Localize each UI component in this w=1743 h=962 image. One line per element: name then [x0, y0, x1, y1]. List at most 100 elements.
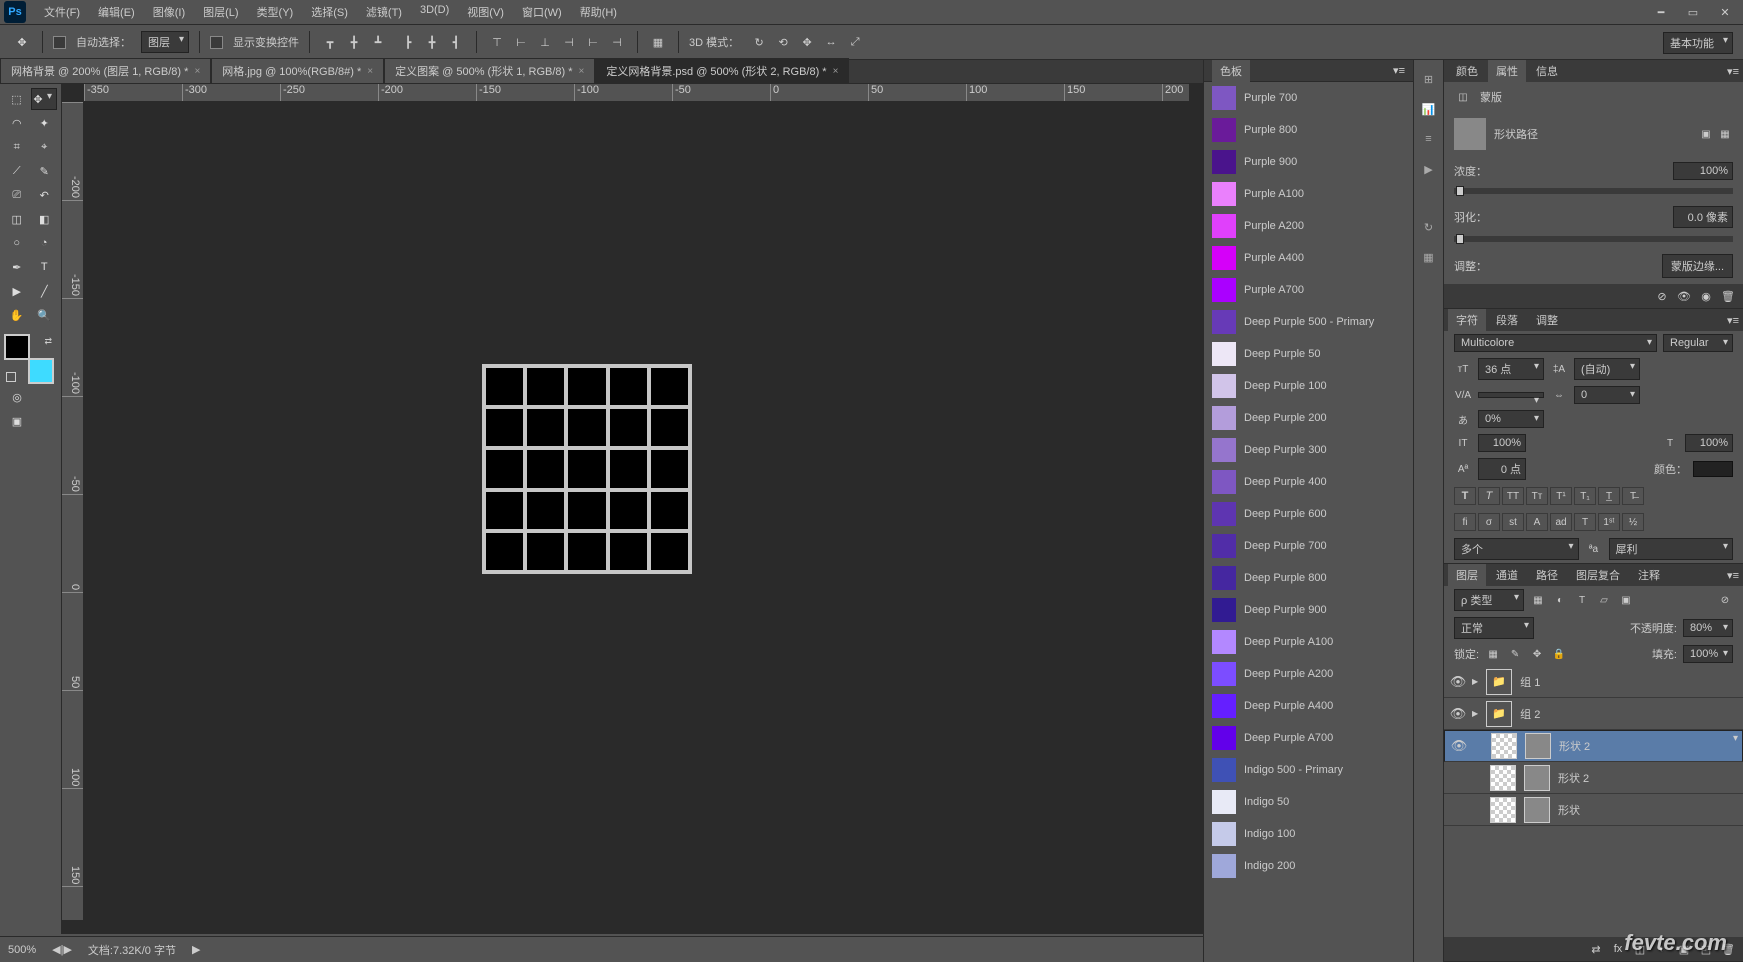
- swatch-list[interactable]: Purple 700Purple 800Purple 900Purple A10…: [1204, 82, 1413, 962]
- lang-select[interactable]: 多个: [1454, 538, 1579, 560]
- background-swatch[interactable]: [28, 358, 54, 384]
- auto-select-checkbox[interactable]: [53, 36, 66, 49]
- opacity-input[interactable]: 80%: [1683, 619, 1733, 637]
- document-tab[interactable]: 网格背景 @ 200% (图层 1, RGB/8) *×: [0, 58, 211, 83]
- navigator-icon[interactable]: ⊞: [1418, 68, 1440, 90]
- screenmode-icon[interactable]: ▣: [4, 410, 30, 432]
- menu-type[interactable]: 类型(Y): [249, 0, 302, 24]
- distribute-right-icon[interactable]: ⊣: [607, 32, 627, 52]
- swatch-item[interactable]: Indigo 200: [1204, 850, 1413, 882]
- zoom-tool[interactable]: 🔍: [32, 304, 58, 326]
- tracking-input[interactable]: 0: [1574, 386, 1640, 404]
- swatch-item[interactable]: Deep Purple 200: [1204, 402, 1413, 434]
- menu-3d[interactable]: 3D(D): [412, 0, 457, 24]
- filter-adjust-icon[interactable]: ◐: [1552, 592, 1568, 608]
- pen-tool[interactable]: ✒: [4, 256, 30, 278]
- swatch-item[interactable]: Deep Purple A200: [1204, 658, 1413, 690]
- adjustment-icon[interactable]: ◐: [1653, 940, 1671, 958]
- show-transform-checkbox[interactable]: [210, 36, 223, 49]
- scale-input[interactable]: 0%: [1478, 410, 1544, 428]
- swatch-item[interactable]: Indigo 100: [1204, 818, 1413, 850]
- group-icon[interactable]: ▣: [1675, 940, 1693, 958]
- lock-all-icon[interactable]: 🔒: [1551, 646, 1567, 662]
- layer-row[interactable]: 👁▶📁组 1: [1444, 666, 1743, 698]
- bold-button[interactable]: T: [1454, 487, 1476, 505]
- font-size-input[interactable]: 36 点: [1478, 358, 1544, 380]
- fi-icon[interactable]: fi: [1454, 513, 1476, 531]
- info-tab[interactable]: 信息: [1528, 60, 1566, 82]
- 3d-orbit-icon[interactable]: ↻: [749, 32, 769, 52]
- stamp-tool[interactable]: ⎚: [4, 184, 30, 206]
- menu-window[interactable]: 窗口(W): [514, 0, 570, 24]
- filter-smart-icon[interactable]: ▣: [1618, 592, 1634, 608]
- history-brush-tool[interactable]: ↶: [32, 184, 58, 206]
- arrow-icon[interactable]: ◀|▶: [52, 943, 72, 956]
- menu-image[interactable]: 图像(I): [145, 0, 193, 24]
- menu-file[interactable]: 文件(F): [36, 0, 88, 24]
- panel-menu-icon[interactable]: ▾≡: [1727, 314, 1739, 327]
- swatch-item[interactable]: Purple 700: [1204, 82, 1413, 114]
- link-icon[interactable]: ⊘: [1653, 287, 1671, 305]
- leading-input[interactable]: (自动): [1574, 358, 1640, 380]
- reset-colors-icon[interactable]: [6, 372, 16, 382]
- paths-tab[interactable]: 路径: [1528, 564, 1566, 586]
- auto-align-icon[interactable]: ▦: [648, 32, 668, 52]
- filter-image-icon[interactable]: ▦: [1530, 592, 1546, 608]
- 3d-scale-icon[interactable]: ⤢: [845, 32, 865, 52]
- move-tool[interactable]: ✥: [31, 88, 57, 110]
- filter-shape-icon[interactable]: ▱: [1596, 592, 1612, 608]
- swatch-item[interactable]: Purple A100: [1204, 178, 1413, 210]
- eraser-tool[interactable]: ◫: [4, 208, 30, 230]
- document-tab[interactable]: 定义网格背景.psd @ 500% (形状 2, RGB/8) *×: [595, 58, 849, 83]
- align-bottom-icon[interactable]: ┻: [368, 32, 388, 52]
- swatch-item[interactable]: Deep Purple 300: [1204, 434, 1413, 466]
- marquee-tool[interactable]: ⬚: [4, 88, 29, 110]
- layer-filter-select[interactable]: ρ 类型: [1454, 589, 1524, 611]
- lock-pixels-icon[interactable]: ▦: [1485, 646, 1501, 662]
- layer-row[interactable]: 形状: [1444, 794, 1743, 826]
- vscale-input[interactable]: 100%: [1478, 434, 1526, 452]
- brush-tool[interactable]: ✎: [32, 160, 58, 182]
- menu-edit[interactable]: 编辑(E): [90, 0, 143, 24]
- visibility-icon[interactable]: 👁: [1449, 738, 1469, 754]
- type-tool[interactable]: T: [32, 256, 58, 278]
- align-right-icon[interactable]: ┫: [446, 32, 466, 52]
- character-tab[interactable]: 字符: [1448, 309, 1486, 331]
- color-tab[interactable]: 颜色: [1448, 60, 1486, 82]
- layer-row[interactable]: 👁▶📁组 2: [1444, 698, 1743, 730]
- blend-mode-select[interactable]: 正常: [1454, 617, 1534, 639]
- workspace-select[interactable]: 基本功能: [1663, 32, 1733, 54]
- density-input[interactable]: 100%: [1673, 162, 1733, 180]
- adjustments-tab[interactable]: 调整: [1528, 309, 1566, 331]
- kerning-input[interactable]: [1478, 392, 1544, 398]
- swap-colors-icon[interactable]: ⇄: [44, 336, 52, 347]
- actions-icon[interactable]: ▶: [1418, 158, 1440, 180]
- baseline-input[interactable]: 0 点: [1478, 458, 1526, 480]
- swatch-item[interactable]: Deep Purple A100: [1204, 626, 1413, 658]
- sigma-icon[interactable]: σ: [1478, 513, 1500, 531]
- visibility-icon[interactable]: 👁: [1448, 706, 1468, 722]
- layer-list[interactable]: 👁▶📁组 1👁▶📁组 2👁形状 2形状 2形状: [1444, 666, 1743, 937]
- healing-tool[interactable]: ⟋: [4, 160, 30, 182]
- brush-settings-icon[interactable]: ↻: [1418, 216, 1440, 238]
- text-color-swatch[interactable]: [1693, 461, 1733, 477]
- mask-add-icon[interactable]: ◫: [1631, 940, 1649, 958]
- shape-tool[interactable]: ╱: [32, 280, 58, 302]
- swatch-item[interactable]: Deep Purple 800: [1204, 562, 1413, 594]
- tab-close-icon[interactable]: ×: [833, 66, 839, 77]
- menu-layer[interactable]: 图层(L): [195, 0, 246, 24]
- underline-button[interactable]: T̲: [1598, 487, 1620, 505]
- auto-select-target[interactable]: 图层: [141, 31, 189, 53]
- distribute-bottom-icon[interactable]: ⊥: [535, 32, 555, 52]
- menu-help[interactable]: 帮助(H): [572, 0, 625, 24]
- canvas[interactable]: [482, 364, 692, 574]
- filter-type-icon[interactable]: T: [1574, 592, 1590, 608]
- trash-icon[interactable]: 🗑: [1719, 287, 1737, 305]
- close-button[interactable]: ✕: [1711, 2, 1739, 22]
- feather-input[interactable]: 0.0 像素: [1673, 206, 1733, 228]
- feather-slider[interactable]: [1454, 236, 1733, 242]
- disclosure-icon[interactable]: ▶: [192, 943, 200, 956]
- menu-view[interactable]: 视图(V): [459, 0, 512, 24]
- 3d-pan-icon[interactable]: ✥: [797, 32, 817, 52]
- swatch-item[interactable]: Indigo 500 - Primary: [1204, 754, 1413, 786]
